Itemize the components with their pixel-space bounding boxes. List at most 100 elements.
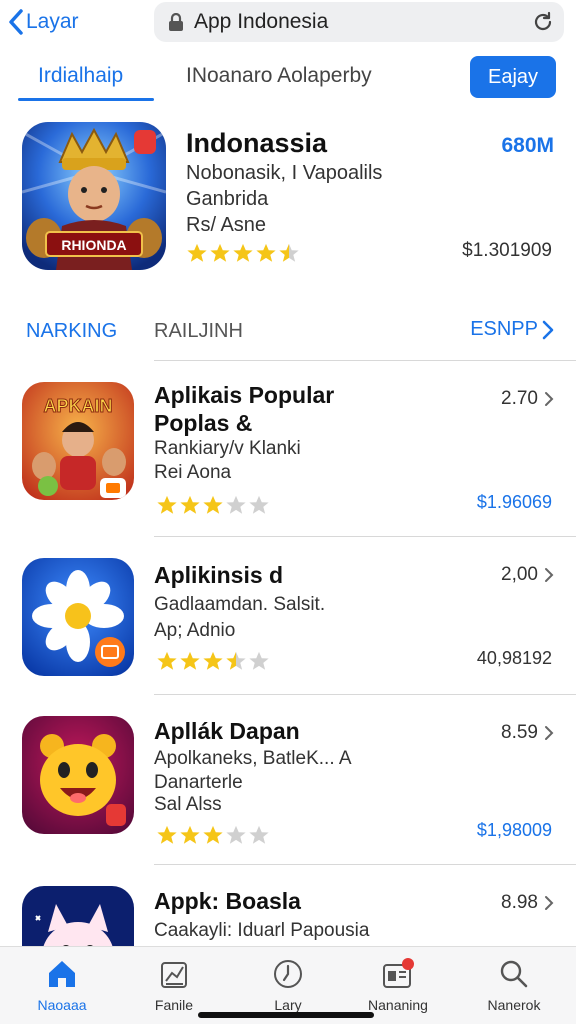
app-size[interactable]: 8.59 bbox=[501, 722, 554, 744]
tab-active[interactable]: Irdialhaip bbox=[38, 64, 123, 88]
chevron-left-icon bbox=[9, 9, 23, 35]
list-item[interactable]: Aplikinsis d Gadlaamdan. Salsit. Ap; Adn… bbox=[0, 546, 576, 696]
star-icon bbox=[249, 495, 269, 514]
chevron-right-icon bbox=[545, 726, 554, 740]
featured-app-size: 680M bbox=[501, 134, 554, 157]
star-rating bbox=[156, 824, 270, 846]
nav-item-ranking[interactable]: Nananing bbox=[350, 957, 446, 1013]
home-indicator bbox=[198, 1012, 374, 1018]
divider bbox=[154, 864, 576, 865]
nav-item-clock[interactable]: Lary bbox=[240, 957, 336, 1013]
star-icon bbox=[203, 495, 223, 514]
section-header: NARKING RAILJINH ESNPP bbox=[0, 316, 576, 348]
featured-app-category: Ganbrida bbox=[186, 188, 269, 210]
featured-app[interactable]: RHIONDA Indonassia Nobonasik, I Vapoalil… bbox=[0, 118, 576, 288]
app-subtitle: Gadlaamdan. Salsit. bbox=[154, 594, 326, 615]
star-icon bbox=[203, 825, 223, 844]
featured-app-price: $1.301909 bbox=[462, 240, 552, 261]
star-icon bbox=[187, 243, 207, 262]
tab-second[interactable]: INoanaro Aolaperby bbox=[186, 64, 372, 88]
nav-label: Naoaaa bbox=[37, 997, 87, 1013]
nav-item-search[interactable]: Nanerok bbox=[466, 957, 562, 1013]
chevron-right-icon bbox=[545, 568, 554, 582]
chevron-right-icon bbox=[542, 320, 554, 339]
app-size-value: 8.59 bbox=[501, 722, 538, 743]
nav-label: Fanile bbox=[154, 997, 194, 1013]
star-icon bbox=[226, 495, 246, 514]
divider bbox=[154, 694, 576, 695]
top-bar: Layar App Indonesia bbox=[0, 0, 576, 48]
nav-label: Nanerok bbox=[487, 997, 541, 1013]
featured-app-icon: RHIONDA bbox=[22, 122, 166, 270]
star-icon bbox=[157, 651, 177, 670]
app-meta: Sal Alss bbox=[154, 794, 222, 815]
list-item[interactable]: Apllák Dapan Apolkaneks, BatleK... A Dan… bbox=[0, 704, 576, 854]
address-bar[interactable]: App Indonesia bbox=[154, 2, 564, 42]
star-icon bbox=[233, 243, 253, 262]
app-icon: APKAIN bbox=[22, 382, 134, 500]
nav-label: Nananing bbox=[368, 997, 428, 1013]
chevron-right-icon bbox=[545, 392, 554, 406]
star-icon bbox=[249, 825, 269, 844]
star-icon bbox=[226, 651, 246, 670]
app-title: Aplikais Popular bbox=[154, 382, 335, 408]
divider bbox=[154, 360, 576, 361]
app-icon bbox=[22, 716, 134, 834]
list-item[interactable]: APKAIN Aplikais Popular Poplas & Rankiar… bbox=[0, 370, 576, 520]
app-meta: Rei Aona bbox=[154, 462, 232, 483]
reload-icon[interactable] bbox=[532, 11, 554, 33]
app-subtitle: Caakayli: Iduarl Papousia bbox=[154, 920, 370, 941]
app-subtitle: Apolkaneks, BatleK... A bbox=[154, 748, 352, 769]
app-size[interactable]: 8.98 bbox=[501, 892, 554, 914]
star-icon bbox=[180, 651, 200, 670]
star-icon bbox=[157, 495, 177, 514]
app-subtitle: Rankiary/v Klanki bbox=[154, 438, 301, 459]
back-button[interactable]: Layar bbox=[8, 6, 79, 38]
nav-item-home[interactable]: Naoaaa bbox=[14, 957, 110, 1013]
star-icon bbox=[180, 495, 200, 514]
nav-item-chart[interactable]: Fanile bbox=[126, 957, 222, 1013]
app-price: 40,98192 bbox=[476, 648, 552, 668]
chart-icon bbox=[161, 962, 187, 988]
chevron-right-icon bbox=[545, 896, 554, 910]
app-title: Apllák Dapan bbox=[154, 718, 300, 744]
nav-label: Lary bbox=[274, 997, 302, 1013]
tab-bar: Irdialhaip INoanaro Aolaperby Eajay bbox=[0, 52, 576, 104]
star-icon bbox=[249, 651, 269, 670]
home-icon bbox=[49, 961, 75, 987]
section-title[interactable]: NARKING bbox=[26, 320, 117, 343]
app-size[interactable]: 2.70 bbox=[501, 388, 554, 410]
star-icon bbox=[256, 243, 276, 262]
app-meta: Ap; Adnio bbox=[154, 620, 236, 641]
app-category: Danarterle bbox=[154, 772, 243, 793]
featured-app-meta: Rs/ Asne bbox=[186, 214, 267, 236]
app-size-value: 2,00 bbox=[501, 564, 538, 585]
star-icon bbox=[180, 825, 200, 844]
star-rating bbox=[186, 242, 300, 264]
star-rating bbox=[156, 494, 270, 516]
app-icon-label: APKAIN bbox=[43, 396, 112, 416]
search-icon bbox=[500, 960, 528, 988]
featured-app-title: Indonassia bbox=[186, 128, 328, 158]
star-rating bbox=[156, 650, 270, 672]
lock-icon bbox=[169, 13, 183, 31]
back-label: Layar bbox=[26, 10, 79, 33]
list-item[interactable]: Appk: Boasla Caakayli: Iduarl Papousia 8… bbox=[0, 874, 576, 946]
app-title: Appk: Boasla bbox=[154, 888, 301, 914]
featured-icon-label: RHIONDA bbox=[61, 237, 126, 253]
app-size-value: 8.98 bbox=[501, 892, 538, 913]
see-all-link[interactable]: ESNPP bbox=[470, 318, 554, 341]
see-all-label: ESNPP bbox=[470, 318, 538, 340]
clock-icon bbox=[274, 960, 302, 988]
app-title-secondary: Poplas & bbox=[154, 410, 253, 436]
app-price: $1,98009 bbox=[476, 820, 552, 840]
app-size[interactable]: 2,00 bbox=[501, 564, 554, 586]
app-price: $1.96069 bbox=[476, 492, 552, 512]
star-icon bbox=[210, 243, 230, 262]
header-action-button[interactable]: Eajay bbox=[470, 56, 556, 98]
star-icon bbox=[279, 243, 299, 262]
featured-app-subtitle: Nobonasik, I Vapoalils bbox=[186, 162, 383, 184]
app-title: Aplikinsis d bbox=[154, 562, 284, 588]
star-icon bbox=[157, 825, 177, 844]
app-size-value: 2.70 bbox=[501, 388, 538, 409]
